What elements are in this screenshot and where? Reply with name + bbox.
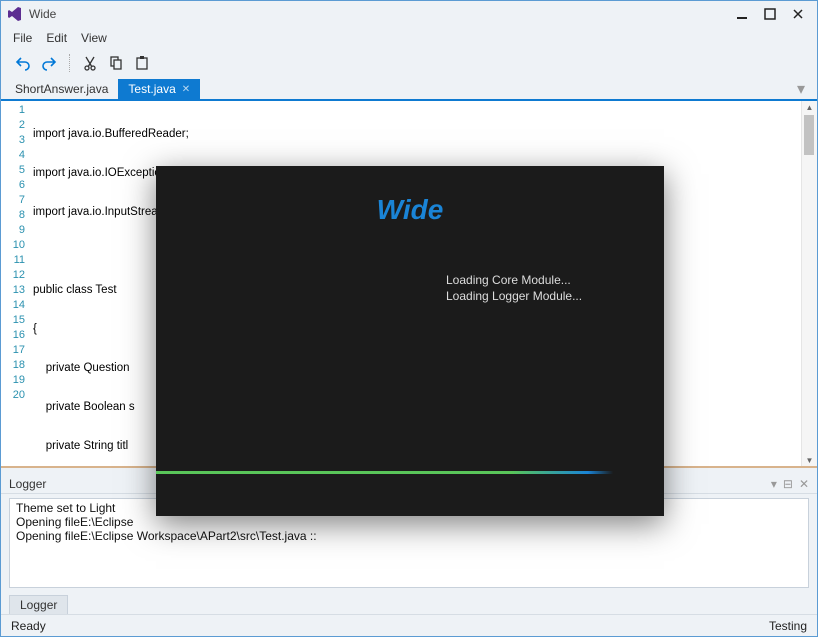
status-right: Testing (769, 619, 807, 633)
splash-screen: Wide Loading Core Module... Loading Logg… (156, 166, 664, 516)
logger-tab-row: Logger (1, 592, 817, 614)
cut-icon[interactable] (80, 53, 100, 73)
titlebar[interactable]: Wide (1, 1, 817, 27)
toolbar (1, 49, 817, 77)
window-controls (735, 7, 811, 21)
redo-icon[interactable] (39, 53, 59, 73)
tab-close-icon[interactable]: ✕ (182, 84, 190, 95)
panel-dropdown-icon[interactable]: ▾ (771, 477, 777, 491)
splash-msg-line: Loading Logger Module... (446, 288, 582, 304)
scroll-thumb[interactable] (804, 115, 814, 155)
menu-view[interactable]: View (81, 31, 107, 45)
splash-progress-bar (156, 471, 664, 474)
splash-title: Wide (156, 166, 664, 226)
tab-test[interactable]: Test.java ✕ (118, 79, 200, 99)
tabs-menu-icon[interactable]: ▾ (797, 79, 813, 99)
toolbar-separator (69, 54, 70, 72)
statusbar: Ready Testing (1, 614, 817, 636)
logger-line: Opening fileE:\Eclipse (16, 515, 802, 529)
copy-icon[interactable] (106, 53, 126, 73)
editor-tabs: ShortAnswer.java Test.java ✕ ▾ (1, 77, 817, 99)
scroll-down-icon[interactable]: ▼ (802, 454, 817, 466)
panel-pin-icon[interactable]: ⊟ (783, 477, 793, 491)
logger-tab[interactable]: Logger (9, 595, 68, 614)
scroll-up-icon[interactable]: ▲ (802, 101, 817, 113)
app-window: Wide File Edit View ShortAnswer.java Tes… (0, 0, 818, 637)
line-gutter: 1 2 3 4 5 6 7 8 9 10 11 12 13 14 15 16 1… (1, 101, 29, 466)
maximize-button[interactable] (763, 7, 777, 21)
tab-shortanswer[interactable]: ShortAnswer.java (5, 79, 118, 99)
menu-edit[interactable]: Edit (46, 31, 67, 45)
logger-line: Opening fileE:\Eclipse Workspace\APart2\… (16, 529, 802, 543)
tab-label: ShortAnswer.java (15, 82, 108, 96)
status-left: Ready (11, 619, 46, 633)
app-logo-icon (7, 6, 23, 22)
splash-msg-line: Loading Core Module... (446, 272, 582, 288)
vertical-scrollbar[interactable]: ▲ ▼ (801, 101, 817, 466)
logger-title: Logger (9, 477, 46, 491)
window-title: Wide (29, 7, 735, 21)
menu-file[interactable]: File (13, 31, 32, 45)
tab-label: Test.java (128, 82, 175, 96)
minimize-button[interactable] (735, 7, 749, 21)
undo-icon[interactable] (13, 53, 33, 73)
panel-close-icon[interactable]: ✕ (799, 477, 809, 491)
close-button[interactable] (791, 7, 805, 21)
paste-icon[interactable] (132, 53, 152, 73)
splash-messages: Loading Core Module... Loading Logger Mo… (446, 272, 582, 304)
menubar: File Edit View (1, 27, 817, 49)
